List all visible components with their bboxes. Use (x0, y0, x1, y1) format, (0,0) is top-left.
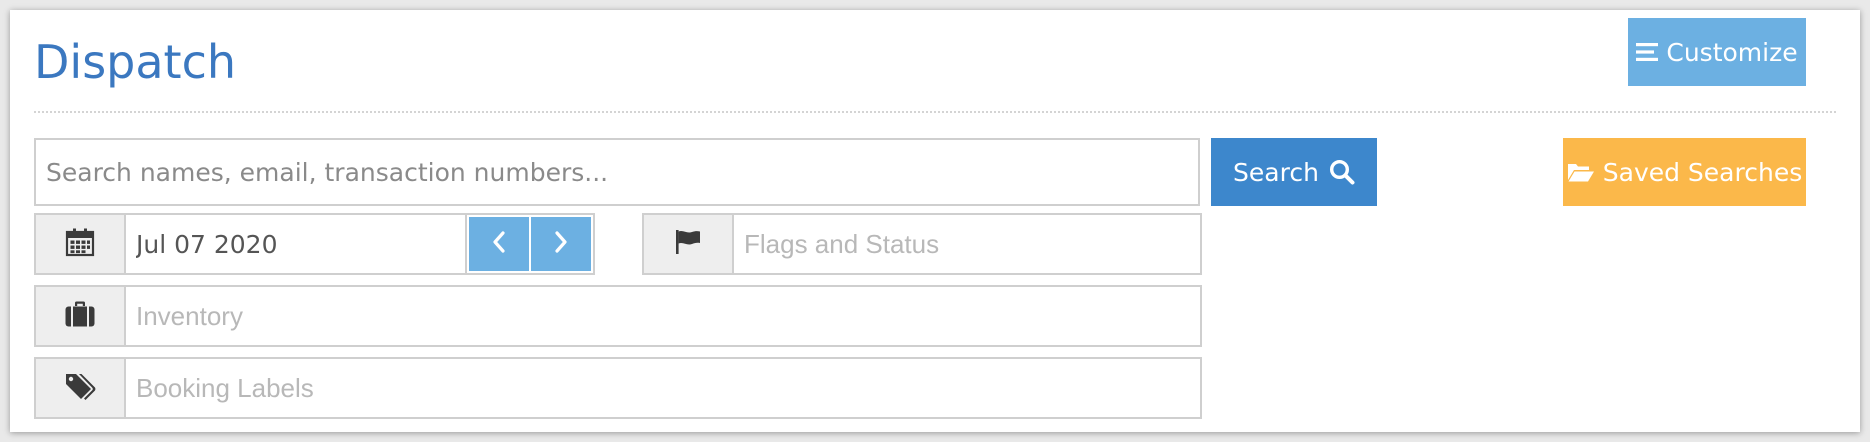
search-input[interactable] (34, 138, 1200, 206)
inventory-addon (36, 287, 126, 345)
booking-labels-input[interactable] (126, 359, 1200, 417)
next-day-button[interactable] (531, 217, 591, 271)
date-input[interactable] (126, 215, 465, 273)
booking-labels-filter (34, 357, 1202, 419)
folder-open-icon (1567, 161, 1595, 183)
saved-searches-button[interactable]: Saved Searches (1563, 138, 1806, 206)
customize-label: Customize (1666, 37, 1798, 67)
chevron-left-icon (491, 230, 507, 259)
customize-button[interactable]: Customize (1628, 18, 1806, 86)
chevron-right-icon (553, 230, 569, 259)
search-icon (1329, 159, 1355, 185)
inventory-filter (34, 285, 1202, 347)
list-icon (1636, 42, 1659, 62)
flag-icon (673, 228, 703, 261)
saved-searches-label: Saved Searches (1602, 157, 1803, 187)
date-filter (34, 213, 595, 275)
dispatch-panel: Dispatch Customize Search S (10, 10, 1860, 432)
calendar-icon (65, 227, 95, 262)
header-divider (34, 111, 1836, 113)
search-button[interactable]: Search (1211, 138, 1377, 206)
search-button-label: Search (1233, 157, 1319, 187)
flags-filter (642, 213, 1202, 275)
briefcase-icon (64, 300, 96, 333)
date-addon (36, 215, 126, 273)
labels-addon (36, 359, 126, 417)
previous-day-button[interactable] (469, 217, 529, 271)
flags-status-input[interactable] (734, 215, 1200, 273)
tags-icon (64, 372, 96, 405)
inventory-input[interactable] (126, 287, 1200, 345)
flags-addon (644, 215, 734, 273)
date-nav-group (465, 215, 593, 273)
page-title: Dispatch (34, 35, 237, 89)
